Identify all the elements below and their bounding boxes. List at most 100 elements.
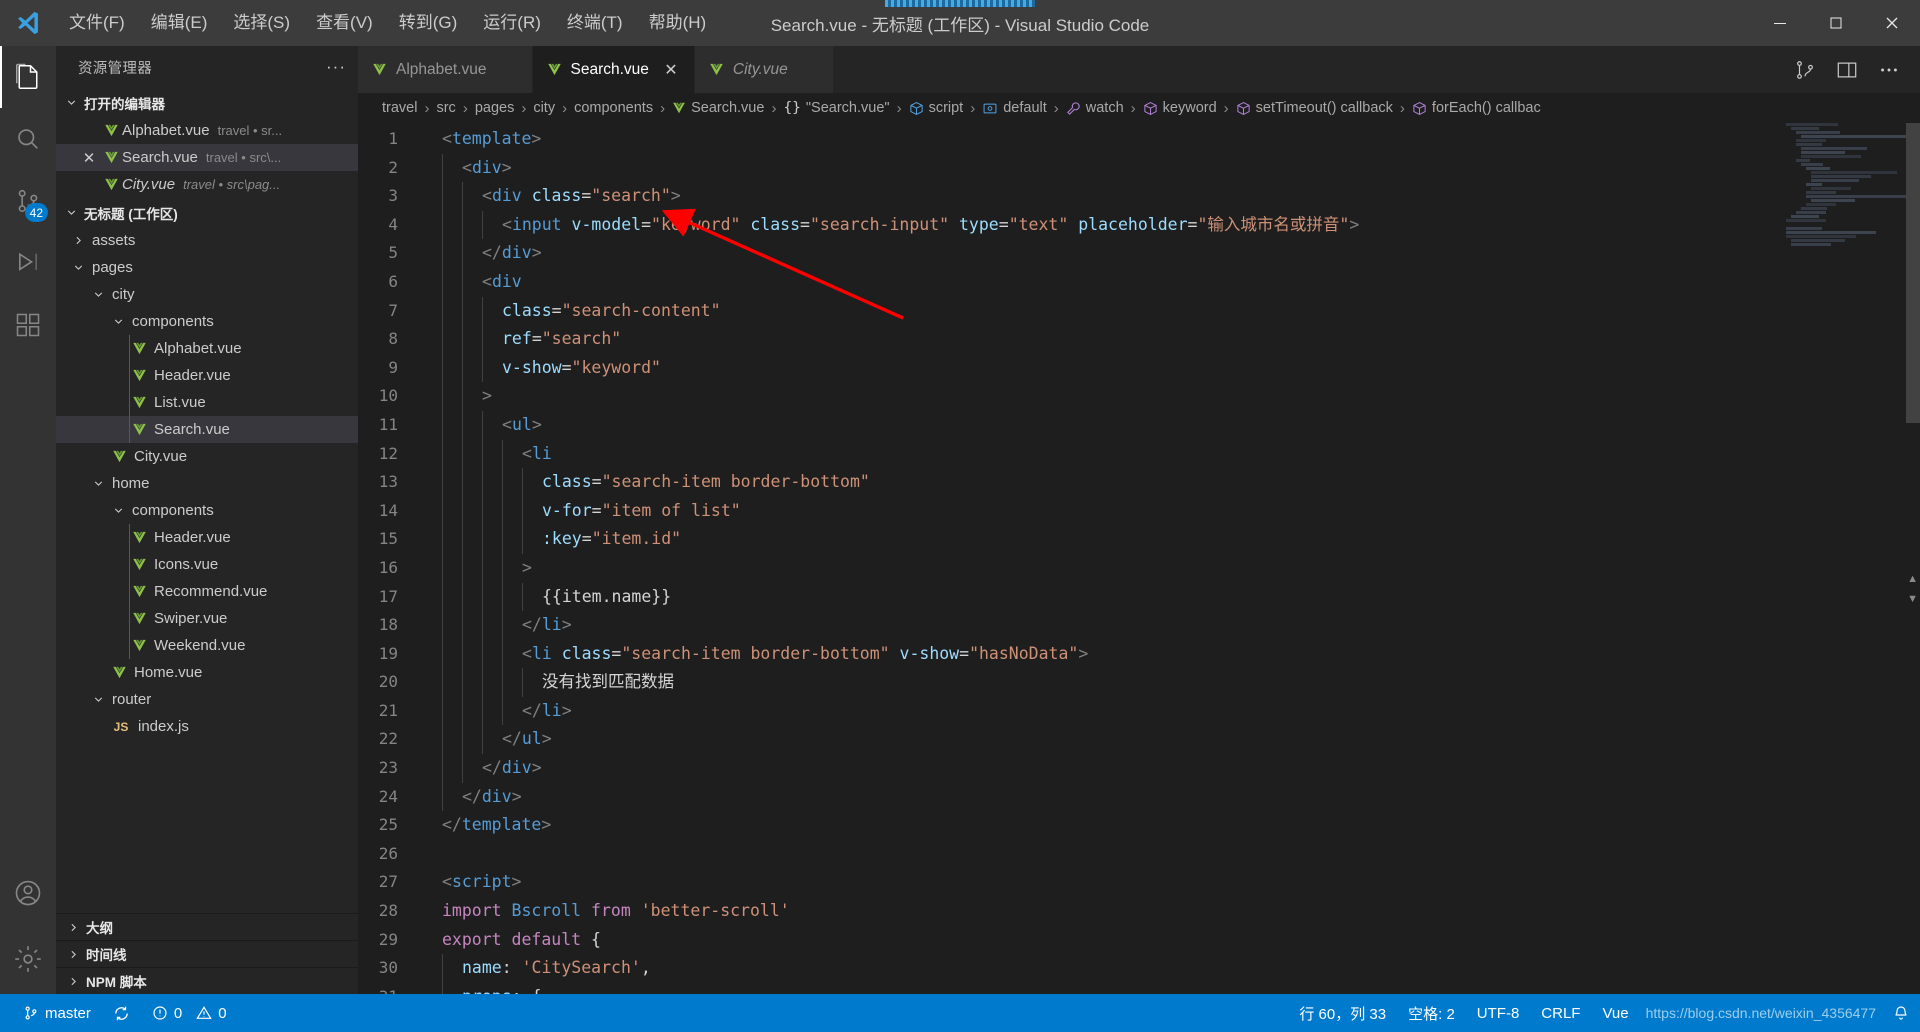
code-line-text[interactable]: v-show="keyword" bbox=[424, 353, 661, 383]
breadcrumb-item-keyword[interactable]: keyword bbox=[1143, 100, 1217, 116]
code-line-text[interactable]: props: { bbox=[424, 982, 541, 994]
code-line[interactable]: 30 name: 'CitySearch', bbox=[358, 954, 1920, 983]
menu-go[interactable]: 转到(G) bbox=[386, 8, 471, 38]
status-language-mode[interactable]: Vue bbox=[1591, 994, 1639, 1032]
code-line[interactable]: 3 <div class="search"> bbox=[358, 182, 1920, 211]
status-branch[interactable]: master bbox=[12, 994, 102, 1032]
code-line[interactable]: 22 </ul> bbox=[358, 725, 1920, 755]
tree-item-search-vue[interactable]: Search.vue bbox=[56, 416, 358, 443]
scrollbar-thumb[interactable] bbox=[1906, 123, 1920, 423]
code-line-text[interactable]: > bbox=[424, 553, 532, 583]
breadcrumb[interactable]: travel › src › pages › city › components › Search.… bbox=[358, 93, 1920, 123]
code-line[interactable]: 18 </li> bbox=[358, 611, 1920, 640]
code-line[interactable]: 11 <ul> bbox=[358, 410, 1920, 440]
code-line[interactable]: 21 </li> bbox=[358, 696, 1920, 726]
menu-file[interactable]: 文件(F) bbox=[56, 8, 138, 38]
code-line-text[interactable]: class="search-item border-bottom" bbox=[424, 468, 870, 497]
code-line-text[interactable]: class="search-content" bbox=[424, 296, 721, 326]
menu-selection[interactable]: 选择(S) bbox=[220, 8, 303, 38]
tree-item-weekend-vue[interactable]: Weekend.vue bbox=[56, 632, 358, 659]
code-line-text[interactable]: </li> bbox=[424, 696, 572, 726]
breadcrumb-item-components[interactable]: components bbox=[574, 100, 653, 116]
scroll-up-icon[interactable]: ▲ bbox=[1907, 573, 1918, 585]
status-eol[interactable]: CRLF bbox=[1530, 994, 1591, 1032]
code-line-text[interactable] bbox=[424, 840, 442, 869]
code-line-text[interactable]: {{item.name}} bbox=[424, 582, 671, 612]
code-line[interactable]: 13 class="search-item border-bottom" bbox=[358, 468, 1920, 497]
breadcrumb-item-script[interactable]: script bbox=[909, 100, 963, 116]
tree-item-index-js[interactable]: JS index.js bbox=[56, 713, 358, 740]
sidebar-more-icon[interactable]: ··· bbox=[326, 57, 346, 77]
activitybar-source-control[interactable]: 42 bbox=[0, 170, 56, 232]
split-editor-icon[interactable] bbox=[1794, 59, 1816, 81]
activitybar-accounts[interactable] bbox=[0, 862, 56, 924]
code-editor[interactable]: 1 <template> 2 <div> 3 <div class="search"> 4 <… bbox=[358, 123, 1920, 994]
menu-help[interactable]: 帮助(H) bbox=[636, 8, 720, 38]
tree-item-router[interactable]: router bbox=[56, 686, 358, 713]
breadcrumb-item-city[interactable]: city bbox=[533, 100, 555, 116]
code-line[interactable]: 14 v-for="item of list" bbox=[358, 496, 1920, 526]
code-content[interactable]: 1 <template> 2 <div> 3 <div class="search"> 4 <… bbox=[358, 123, 1920, 994]
status-indentation[interactable]: 空格: 2 bbox=[1397, 994, 1466, 1032]
scroll-down-icon[interactable]: ▼ bbox=[1907, 593, 1918, 605]
code-line-text[interactable]: </li> bbox=[424, 611, 572, 640]
breadcrumb-item-foreach-callbac[interactable]: forEach() callbac bbox=[1412, 100, 1541, 116]
status-sync[interactable] bbox=[102, 994, 141, 1032]
code-line-text[interactable]: <div class="search"> bbox=[424, 182, 681, 211]
code-line-text[interactable]: import Bscroll from 'better-scroll' bbox=[424, 897, 790, 926]
tree-item-header-vue[interactable]: Header.vue bbox=[56, 362, 358, 389]
panel-npm-scripts[interactable]: NPM 脚本 bbox=[56, 967, 358, 994]
tree-item-components[interactable]: components bbox=[56, 308, 358, 335]
tab-search-vue[interactable]: Search.vue ✕ bbox=[532, 46, 695, 93]
code-line[interactable]: 28 import Bscroll from 'better-scroll' bbox=[358, 897, 1920, 926]
breadcrumb-item--search-vue-[interactable]: {} "Search.vue" bbox=[783, 100, 889, 116]
code-line[interactable]: 29 export default { bbox=[358, 926, 1920, 955]
tree-item-city-vue[interactable]: City.vue bbox=[56, 443, 358, 470]
code-line-text[interactable]: :key="item.id" bbox=[424, 525, 681, 554]
code-line-text[interactable]: <li bbox=[424, 439, 552, 469]
close-icon[interactable]: ✕ bbox=[662, 60, 680, 80]
status-encoding[interactable]: UTF-8 bbox=[1466, 994, 1531, 1032]
panel-timeline[interactable]: 时间线 bbox=[56, 940, 358, 967]
code-line[interactable]: 4 <input v-model="keyword" class="search-… bbox=[358, 210, 1920, 240]
code-line[interactable]: 12 <li bbox=[358, 439, 1920, 469]
code-line-text[interactable]: </template> bbox=[424, 811, 551, 840]
status-notifications[interactable] bbox=[1882, 994, 1920, 1032]
code-line-text[interactable]: <script> bbox=[424, 868, 521, 897]
activitybar-explorer[interactable] bbox=[0, 46, 56, 108]
breadcrumb-item-src[interactable]: src bbox=[436, 100, 455, 116]
tree-item-pages[interactable]: pages bbox=[56, 254, 358, 281]
code-line-text[interactable]: </div> bbox=[424, 782, 522, 812]
code-line[interactable]: 17 {{item.name}} bbox=[358, 582, 1920, 612]
code-line[interactable]: 6 <div bbox=[358, 267, 1920, 297]
code-line[interactable]: 10 > bbox=[358, 382, 1920, 411]
code-line[interactable]: 8 ref="search" bbox=[358, 325, 1920, 354]
breadcrumb-item-search-vue[interactable]: Search.vue bbox=[672, 100, 764, 116]
minimize-button[interactable] bbox=[1752, 0, 1808, 46]
code-line-text[interactable]: </div> bbox=[424, 239, 542, 268]
code-line[interactable]: 27 <script> bbox=[358, 868, 1920, 897]
tree-item-assets[interactable]: assets bbox=[56, 227, 358, 254]
code-line[interactable]: 1 <template> bbox=[358, 125, 1920, 154]
tree-item-header-vue[interactable]: Header.vue bbox=[56, 524, 358, 551]
activitybar-search[interactable] bbox=[0, 108, 56, 170]
code-line-text[interactable]: name: 'CitySearch', bbox=[424, 954, 651, 983]
code-line[interactable]: 7 class="search-content" bbox=[358, 296, 1920, 326]
close-button[interactable] bbox=[1864, 0, 1920, 46]
more-actions-icon[interactable] bbox=[1878, 59, 1900, 81]
code-line[interactable]: 20 没有找到匹配数据 bbox=[358, 668, 1920, 697]
tree-item-home[interactable]: home bbox=[56, 470, 358, 497]
tree-item-city[interactable]: city bbox=[56, 281, 358, 308]
menu-view[interactable]: 查看(V) bbox=[303, 8, 386, 38]
panel-outline[interactable]: 大纲 bbox=[56, 913, 358, 940]
code-line[interactable]: 15:key="item.id" bbox=[358, 525, 1920, 554]
code-line-text[interactable]: <input v-model="keyword" class="search-i… bbox=[424, 210, 1359, 240]
tree-item-list-vue[interactable]: List.vue bbox=[56, 389, 358, 416]
code-line-text[interactable]: <div> bbox=[424, 153, 512, 183]
tree-item-alphabet-vue[interactable]: Alphabet.vue bbox=[56, 335, 358, 362]
code-line-text[interactable]: <template> bbox=[424, 125, 541, 154]
open-editor-search[interactable]: ✕ Search.vue travel • src\... bbox=[56, 144, 358, 171]
tree-item-home-vue[interactable]: Home.vue bbox=[56, 659, 358, 686]
menu-terminal[interactable]: 终端(T) bbox=[554, 8, 636, 38]
code-line[interactable]: 24 </div> bbox=[358, 782, 1920, 812]
